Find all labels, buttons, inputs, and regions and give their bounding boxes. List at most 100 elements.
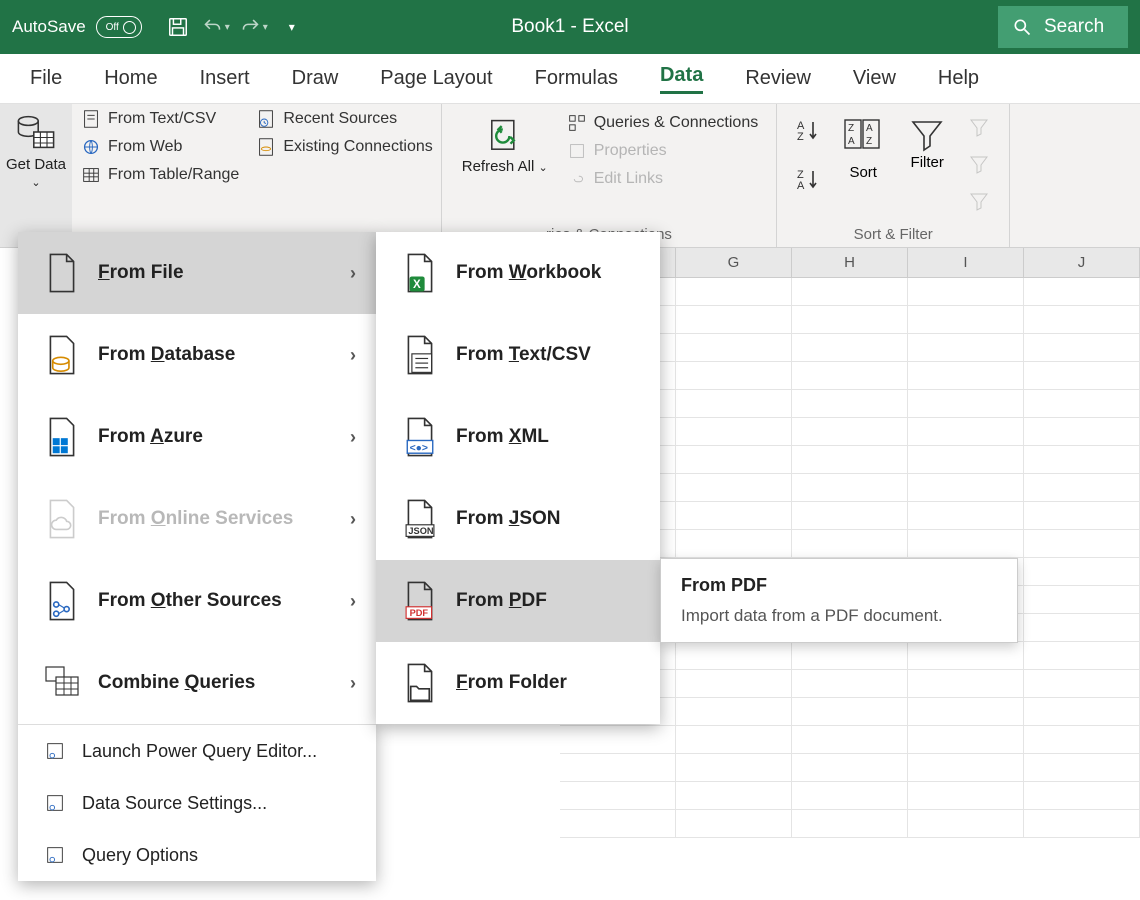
cell[interactable] [792,642,908,670]
column-header[interactable]: I [908,248,1024,278]
cell[interactable] [560,810,676,838]
cell[interactable] [676,698,792,726]
cell[interactable] [560,754,676,782]
cell[interactable] [792,334,908,362]
cell[interactable] [1024,782,1140,810]
cell[interactable] [676,446,792,474]
cell[interactable] [1024,698,1140,726]
cell[interactable] [792,782,908,810]
menu-item-query-options[interactable]: Query Options [18,829,376,881]
cell[interactable] [792,446,908,474]
cell[interactable] [1024,418,1140,446]
tab-file[interactable]: File [30,67,62,90]
menu-item-data-source-settings-[interactable]: Data Source Settings... [18,777,376,829]
queries-connections-button[interactable]: Queries & Connections [566,112,759,134]
cell[interactable] [792,306,908,334]
menu-item-combine-queries[interactable]: Combine Queries› [18,642,376,724]
submenu-item-from-folder[interactable]: From Folder [376,642,660,724]
tab-view[interactable]: View [853,67,896,90]
column-header[interactable]: H [792,248,908,278]
cell[interactable] [792,530,908,558]
cell[interactable] [908,390,1024,418]
cell[interactable] [676,782,792,810]
redo-button[interactable]: ▾ [240,13,268,41]
cell[interactable] [908,474,1024,502]
tab-data[interactable]: Data [660,64,703,94]
cell[interactable] [676,334,792,362]
cell[interactable] [792,418,908,446]
tab-insert[interactable]: Insert [200,67,250,90]
cell[interactable] [676,278,792,306]
cell[interactable] [1024,474,1140,502]
cell[interactable] [792,810,908,838]
cell[interactable] [560,782,676,810]
cell[interactable] [908,530,1024,558]
cell[interactable] [1024,558,1140,586]
tab-home[interactable]: Home [104,67,157,90]
sort-desc-button[interactable]: ZA [795,167,823,198]
cell[interactable] [908,362,1024,390]
cell[interactable] [908,334,1024,362]
cell[interactable] [1024,810,1140,838]
sort-button[interactable]: ZAAZ Sort [831,108,895,243]
menu-item-launch-power-query-editor-[interactable]: Launch Power Query Editor... [18,725,376,777]
from-table-range-button[interactable]: From Table/Range [80,164,239,186]
cell[interactable] [676,810,792,838]
cell[interactable] [1024,642,1140,670]
cell[interactable] [792,502,908,530]
cell[interactable] [1024,670,1140,698]
cell[interactable] [1024,306,1140,334]
tab-formulas[interactable]: Formulas [535,67,618,90]
tab-review[interactable]: Review [745,67,811,90]
recent-sources-button[interactable]: Recent Sources [255,108,432,130]
save-icon[interactable] [164,13,192,41]
cell[interactable] [792,670,908,698]
tab-draw[interactable]: Draw [292,67,339,90]
sort-asc-button[interactable]: AZ [795,118,823,149]
cell[interactable] [676,502,792,530]
cell[interactable] [1024,726,1140,754]
cell[interactable] [908,726,1024,754]
cell[interactable] [560,726,676,754]
cell[interactable] [908,698,1024,726]
cell[interactable] [1024,334,1140,362]
menu-item-from-file[interactable]: From File› [18,232,376,314]
menu-item-from-azure[interactable]: From Azure› [18,396,376,478]
cell[interactable] [1024,446,1140,474]
cell[interactable] [676,474,792,502]
cell[interactable] [792,474,908,502]
cell[interactable] [908,306,1024,334]
existing-connections-button[interactable]: Existing Connections [255,136,432,158]
cell[interactable] [792,362,908,390]
cell[interactable] [792,390,908,418]
cell[interactable] [676,726,792,754]
cell[interactable] [676,670,792,698]
cell[interactable] [908,782,1024,810]
submenu-item-from-xml[interactable]: <●>From XML [376,396,660,478]
cell[interactable] [1024,586,1140,614]
cell[interactable] [1024,390,1140,418]
submenu-item-from-text-csv[interactable]: From Text/CSV [376,314,660,396]
advanced-icon[interactable] [967,190,991,217]
cell[interactable] [1024,754,1140,782]
cell[interactable] [908,642,1024,670]
cell[interactable] [676,754,792,782]
cell[interactable] [1024,502,1140,530]
cell[interactable] [676,530,792,558]
cell[interactable] [1024,614,1140,642]
reapply-icon[interactable] [967,153,991,180]
tab-help[interactable]: Help [938,67,979,90]
from-web-button[interactable]: From Web [80,136,239,158]
cell[interactable] [1024,278,1140,306]
cell[interactable] [792,278,908,306]
column-header[interactable]: G [676,248,792,278]
cell[interactable] [676,642,792,670]
cell[interactable] [1024,362,1140,390]
cell[interactable] [792,698,908,726]
column-header[interactable]: J [1024,248,1140,278]
clear-filter-icon[interactable] [967,116,991,143]
menu-item-from-other-sources[interactable]: From Other Sources› [18,560,376,642]
cell[interactable] [792,754,908,782]
cell[interactable] [676,306,792,334]
cell[interactable] [1024,530,1140,558]
